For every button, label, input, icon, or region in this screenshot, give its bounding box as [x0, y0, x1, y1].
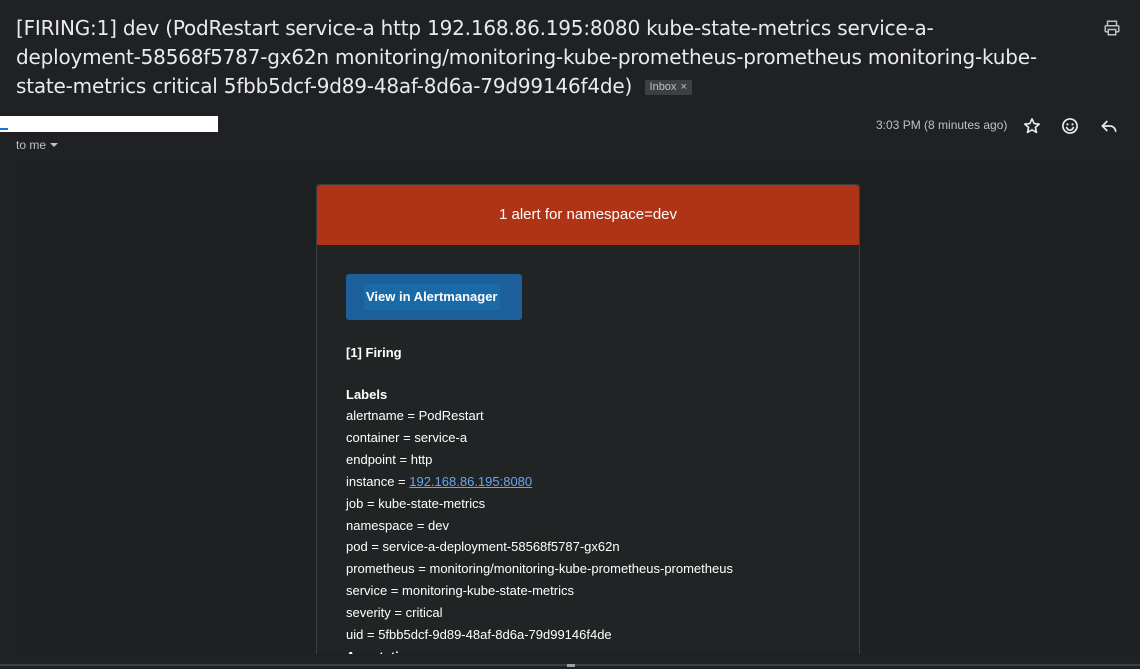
annotations-title: Annotations — [346, 646, 859, 654]
label-container: container = service-a — [346, 429, 468, 445]
label-instance: instance = 192.168.86.195:8080 — [346, 473, 533, 489]
label-job: job = kube-state-metrics — [346, 495, 486, 511]
labels-title: Labels — [346, 387, 388, 402]
label-uid: uid = 5fbb5dcf-9d89-48af-8d6a-79d99146f4… — [346, 627, 612, 643]
recipient-label: to me — [16, 138, 47, 152]
inbox-label-text: Inbox — [649, 81, 677, 93]
email-timestamp: 3:03 PM (8 minutes ago) — [876, 118, 1008, 132]
email-body: 1 alert for namespace=dev View in Alertm… — [17, 162, 1140, 654]
reply-icon[interactable] — [1099, 116, 1119, 136]
label-service: service = monitoring-kube-state-metrics — [346, 583, 574, 599]
print-icon[interactable] — [1103, 19, 1121, 37]
chevron-down-icon — [50, 143, 59, 147]
recipient-dropdown[interactable]: to me — [16, 138, 59, 152]
email-subject-area: [FIRING:1] dev (PodRestart service-a htt… — [16, 14, 1046, 101]
inbox-label-chip[interactable]: Inbox × — [644, 80, 692, 95]
email-subject: [FIRING:1] dev (PodRestart service-a htt… — [16, 16, 1037, 98]
firing-title: [1] Firing — [346, 345, 402, 360]
label-namespace: namespace = dev — [346, 517, 450, 533]
alert-content: View in Alertmanager [1] Firing Labels a… — [317, 245, 859, 654]
sender-redacted — [0, 116, 218, 132]
instance-link[interactable]: 192.168.86.195:8080 — [409, 474, 532, 489]
label-endpoint: endpoint = http — [346, 451, 433, 467]
emoji-icon[interactable] — [1060, 116, 1080, 136]
label-pod: pod = service-a-deployment-58568f5787-gx… — [346, 539, 620, 555]
remove-label-icon[interactable]: × — [680, 81, 686, 93]
label-prometheus: prometheus = monitoring/monitoring-kube-… — [346, 561, 733, 577]
scrollbar-thumb[interactable] — [567, 664, 575, 667]
alert-header: 1 alert for namespace=dev — [317, 185, 859, 245]
view-in-alertmanager-button[interactable]: View in Alertmanager — [346, 274, 522, 320]
view-in-alertmanager-label: View in Alertmanager — [364, 284, 500, 310]
alert-card: 1 alert for namespace=dev View in Alertm… — [316, 184, 860, 654]
label-alertname: alertname = PodRestart — [346, 408, 484, 423]
star-icon[interactable] — [1022, 116, 1042, 136]
label-severity: severity = critical — [346, 605, 443, 621]
